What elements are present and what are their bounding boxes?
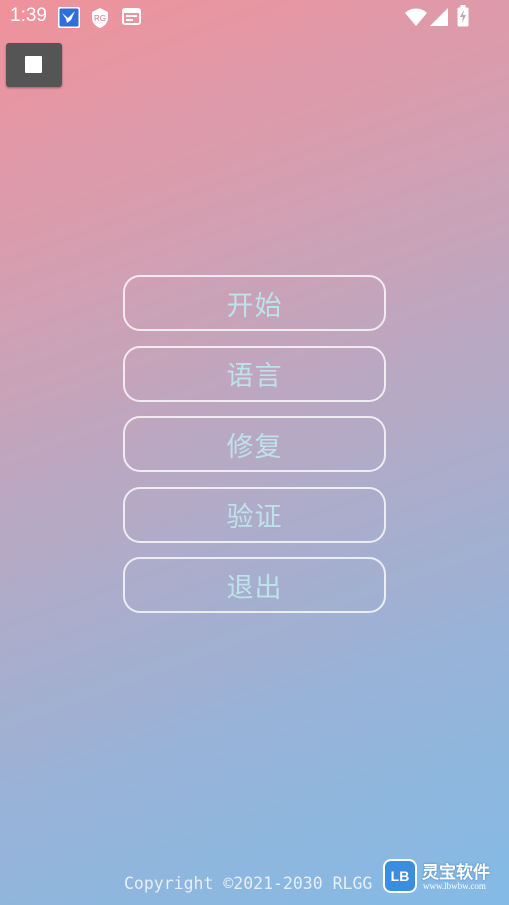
copyright-text: Copyright ©2021-2030 RLGG (124, 874, 373, 893)
watermark-url: www.lbwbw.com (423, 881, 486, 891)
calendar-app-icon (122, 7, 141, 30)
language-button[interactable]: 语言 (123, 345, 386, 402)
stop-button[interactable] (6, 43, 62, 87)
watermark-logo-icon: LB (383, 859, 417, 893)
shield-app-icon: RG (90, 7, 110, 33)
status-time: 1:39 (10, 5, 47, 26)
battery-charging-icon (457, 5, 469, 31)
watermark-name: 灵宝软件 (422, 863, 490, 883)
signal-icon (430, 8, 448, 30)
watermark: LB 灵宝软件 www.lbwbw.com (383, 857, 505, 895)
status-bar: 1:39 RG (0, 0, 509, 34)
main-menu: 开始 语言 修复 验证 退出 (123, 275, 386, 628)
bird-app-icon (58, 7, 80, 32)
verify-button[interactable]: 验证 (123, 486, 386, 543)
svg-text:RG: RG (94, 14, 106, 23)
start-button[interactable]: 开始 (123, 275, 386, 331)
exit-button[interactable]: 退出 (123, 557, 386, 613)
stop-square-icon (25, 56, 42, 73)
wifi-icon (405, 8, 427, 30)
repair-button[interactable]: 修复 (123, 416, 386, 472)
